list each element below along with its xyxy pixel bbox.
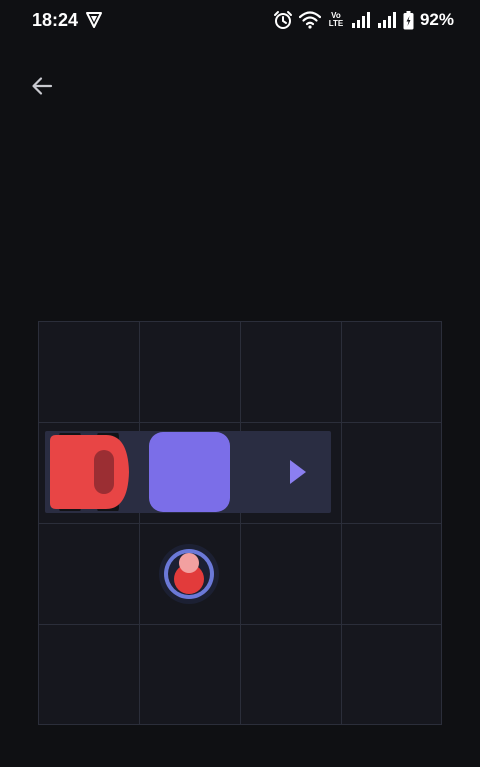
- passenger-pin[interactable]: [158, 543, 220, 605]
- status-bar: 18:24 Vo LTE 92%: [0, 0, 480, 40]
- purple-block[interactable]: [149, 432, 230, 512]
- signal-icon-2: [377, 12, 396, 28]
- game-screen: 18:24 Vo LTE 92%: [0, 0, 480, 767]
- grid-line: [39, 523, 441, 524]
- alarm-icon: [273, 11, 292, 29]
- grid-line: [39, 422, 441, 423]
- red-car[interactable]: [48, 433, 130, 511]
- arrow-left-icon: [32, 77, 53, 95]
- status-icons: Vo LTE 92%: [273, 9, 454, 31]
- battery-percent: 92%: [419, 10, 454, 29]
- volte-bottom: LTE: [328, 19, 344, 28]
- wifi-icon: [298, 11, 321, 29]
- back-button[interactable]: [26, 70, 58, 102]
- battery-icon: [403, 10, 414, 29]
- status-time: 18:24: [32, 10, 79, 30]
- grid-line: [39, 624, 441, 625]
- play-arrow-icon: [290, 460, 306, 484]
- signal-icon: [351, 12, 370, 28]
- vpn-icon: [86, 12, 102, 28]
- volte-indicator: Vo LTE: [327, 12, 345, 28]
- game-board: [38, 321, 442, 725]
